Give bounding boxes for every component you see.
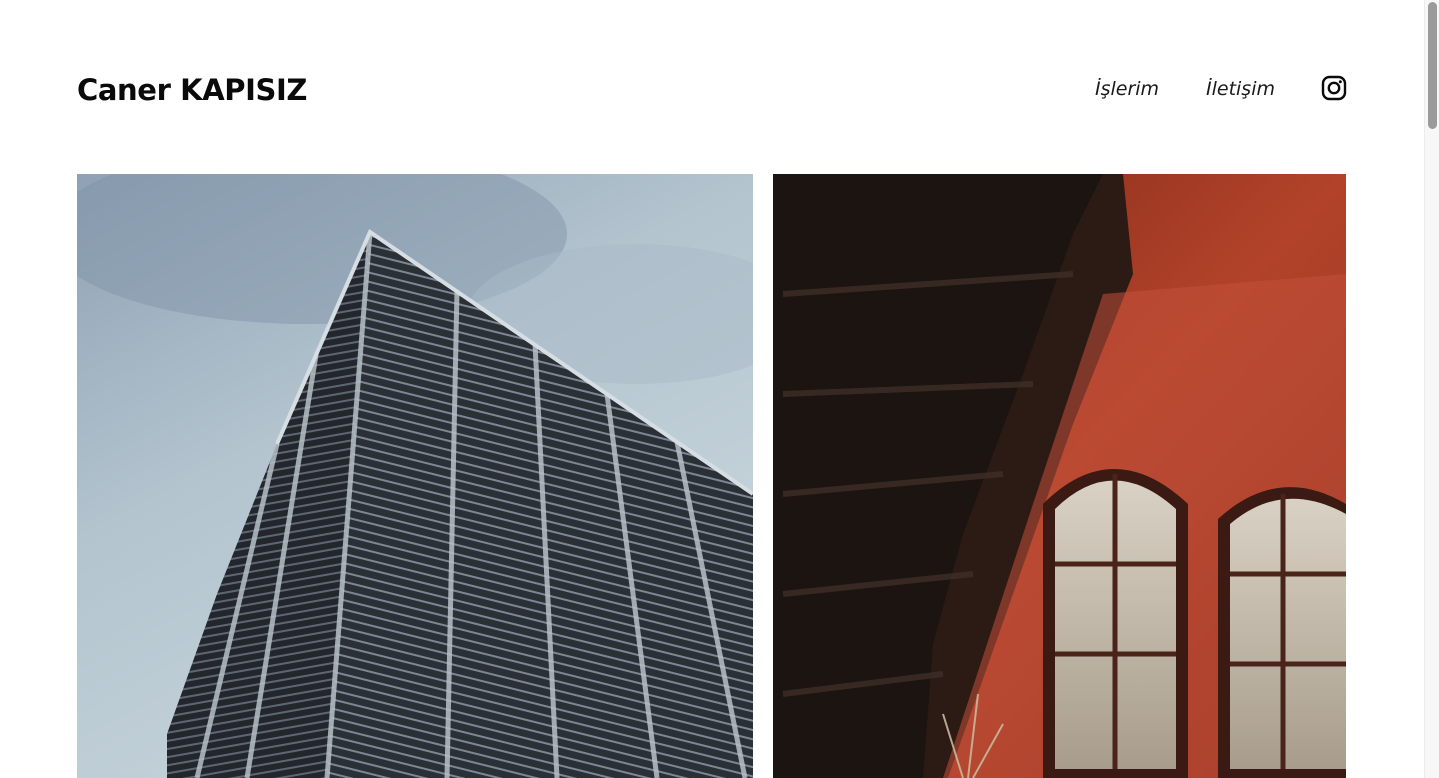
portfolio-page: Caner KAPISIZ İşlerim İletişim bbox=[0, 0, 1439, 778]
building-facade-photo[interactable] bbox=[77, 174, 753, 778]
nav-link-works[interactable]: İşlerim bbox=[1095, 78, 1159, 100]
instagram-icon[interactable] bbox=[1321, 75, 1347, 101]
site-logo-title[interactable]: Caner KAPISIZ bbox=[77, 73, 307, 107]
vertical-scrollbar[interactable] bbox=[1424, 0, 1439, 778]
site-header: Caner KAPISIZ İşlerim İletişim bbox=[77, 60, 1347, 120]
nav-link-contact[interactable]: İletişim bbox=[1206, 78, 1275, 100]
stairwell-windows-photo[interactable] bbox=[773, 174, 1346, 778]
scrollbar-thumb[interactable] bbox=[1428, 2, 1437, 129]
